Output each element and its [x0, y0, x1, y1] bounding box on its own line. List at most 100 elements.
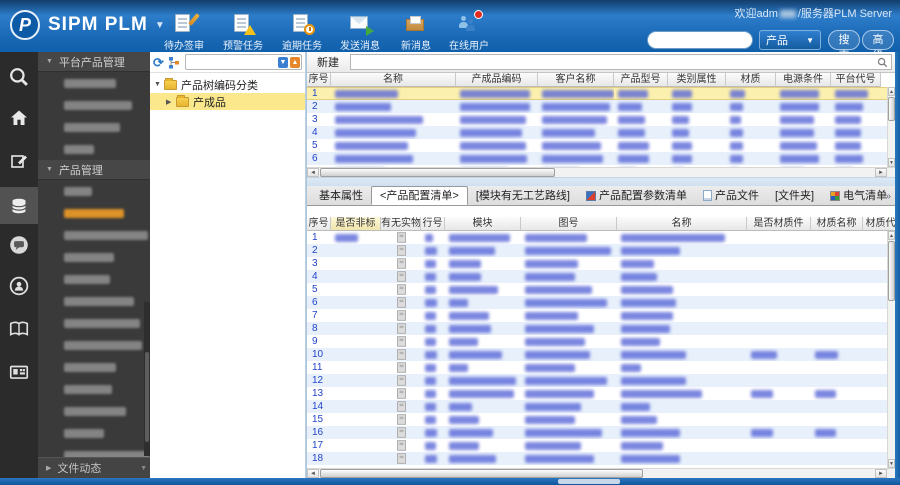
tab-5[interactable]: 产品文件 [695, 186, 767, 205]
table-row[interactable]: 3 [307, 257, 895, 270]
table-row[interactable]: 3 [307, 113, 895, 126]
table-row[interactable]: 14 [307, 400, 895, 413]
table-row[interactable]: 7 [307, 309, 895, 322]
toolbar-new-message[interactable]: 新消息 [390, 13, 442, 52]
sidebar-item[interactable] [38, 378, 150, 400]
search-category-select[interactable]: 产品 ▼ [759, 30, 821, 50]
column-header[interactable]: 模块 [445, 217, 521, 231]
tree-node-finished-product[interactable]: ▶ 产成品 [150, 93, 305, 110]
column-header[interactable]: 名称 [331, 73, 456, 87]
column-header[interactable]: 材质名称 [811, 217, 863, 231]
tab-7[interactable]: 电气清单 [822, 186, 895, 205]
sidebar-item[interactable] [38, 202, 150, 224]
sidebar-item[interactable] [38, 290, 150, 312]
tab-6[interactable]: [文件夹] [767, 186, 822, 205]
column-header[interactable]: 电源条件 [776, 73, 831, 87]
lower-table-hscrollbar[interactable]: ◄ ► [307, 468, 895, 478]
toolbar-warning-tasks[interactable]: 预警任务 [217, 13, 269, 52]
sidebar-item[interactable] [38, 356, 150, 378]
sipm-search-icon[interactable] [0, 58, 38, 95]
table-row[interactable]: 1 [307, 87, 895, 100]
column-header[interactable]: 行号 [421, 217, 445, 231]
new-button[interactable]: 新建 [310, 52, 346, 72]
image-placeholder-icon[interactable] [396, 245, 406, 256]
image-placeholder-icon[interactable] [396, 453, 406, 464]
column-header[interactable]: 材质代号 [863, 217, 895, 231]
scroll-down-icon[interactable]: ▼ [888, 158, 895, 167]
column-header[interactable]: 材质 [726, 73, 776, 87]
tab-2[interactable]: <产品配置清单> [371, 186, 468, 205]
table-row[interactable]: 6 [307, 152, 895, 165]
search-icon[interactable] [877, 57, 888, 68]
column-header[interactable]: 名称 [617, 217, 747, 231]
toolbar-todo-approvals[interactable]: 待办签审 [158, 13, 210, 52]
scroll-up-icon[interactable]: ▲ [888, 231, 895, 240]
toolbar-overdue-tasks[interactable]: 逾期任务 [276, 13, 328, 52]
support-headset-icon[interactable] [0, 267, 38, 304]
column-header[interactable]: 序号 [307, 217, 331, 231]
toolbar-send-message[interactable]: 发送消息 [334, 13, 386, 52]
tree-expand-icon[interactable]: ▼ [154, 81, 164, 88]
column-header[interactable]: 有无实物 [381, 217, 421, 231]
sidebar-item[interactable] [38, 246, 150, 268]
sidebar-group-file-activity[interactable]: ▶ 文件动态 ▼ [38, 457, 150, 478]
table-row[interactable]: 17 [307, 439, 895, 452]
scroll-right-icon[interactable]: ► [875, 168, 887, 177]
table-row[interactable]: 13 [307, 387, 895, 400]
book-icon[interactable] [0, 310, 38, 347]
app-logo[interactable]: P SIPM PLM ▼ [10, 10, 165, 40]
table-row[interactable]: 2 [307, 244, 895, 257]
table-row[interactable]: 5 [307, 283, 895, 296]
scroll-right-icon[interactable]: ► [875, 469, 887, 478]
image-placeholder-icon[interactable] [396, 271, 406, 282]
image-placeholder-icon[interactable] [396, 427, 406, 438]
search-button[interactable]: 搜索 [828, 30, 860, 62]
column-header[interactable]: 客户名称 [538, 73, 614, 87]
tab-3[interactable]: [模块有无工艺路线] [468, 186, 578, 205]
table-row[interactable]: 2 [307, 100, 895, 113]
search-up-button[interactable]: ▲ [290, 57, 300, 68]
column-header[interactable]: 是否非标 [331, 217, 381, 231]
table-row[interactable]: 10 [307, 348, 895, 361]
column-header[interactable]: 类别属性 [668, 73, 726, 87]
sidebar-item[interactable] [38, 94, 150, 116]
scroll-left-icon[interactable]: ◄ [307, 168, 319, 177]
sidebar-item[interactable] [38, 72, 150, 94]
column-header[interactable]: 平台代号 [831, 73, 881, 87]
table-row[interactable]: 9 [307, 335, 895, 348]
table-row[interactable]: 16 [307, 426, 895, 439]
image-placeholder-icon[interactable] [396, 440, 406, 451]
home-icon[interactable] [0, 99, 38, 136]
column-header[interactable]: 序号 [307, 73, 331, 87]
sidebar-item[interactable] [38, 224, 150, 246]
edit-icon[interactable] [0, 142, 38, 179]
image-placeholder-icon[interactable] [396, 284, 406, 295]
image-placeholder-icon[interactable] [396, 414, 406, 425]
toolbar-online-users[interactable]: 在线用户 [443, 10, 495, 52]
table-row[interactable]: 1 [307, 231, 895, 244]
table-row[interactable]: 6 [307, 296, 895, 309]
table-row[interactable]: 8 [307, 322, 895, 335]
tab-4[interactable]: 产品配置参数清单 [578, 186, 695, 205]
sidebar-group-header[interactable]: ▼ 平台产品管理 [38, 52, 150, 72]
id-card-icon[interactable] [0, 353, 38, 390]
tab-1[interactable]: 基本属性 [311, 186, 371, 205]
tree-collapse-icon[interactable]: ▶ [166, 98, 176, 106]
filter-input[interactable] [351, 56, 891, 68]
panel-splitter[interactable] [307, 177, 895, 186]
global-search-input[interactable] [647, 31, 753, 49]
column-header[interactable]: 图号 [521, 217, 617, 231]
image-placeholder-icon[interactable] [396, 258, 406, 269]
image-placeholder-icon[interactable] [396, 375, 406, 386]
column-header[interactable]: 产品型号 [614, 73, 668, 87]
image-placeholder-icon[interactable] [396, 232, 406, 243]
image-placeholder-icon[interactable] [396, 401, 406, 412]
image-placeholder-icon[interactable] [396, 310, 406, 321]
refresh-icon[interactable]: ⟳ [153, 56, 164, 69]
sidebar-item[interactable] [38, 268, 150, 290]
bottom-scroll-handle[interactable] [558, 479, 620, 484]
column-header[interactable]: 是否材质件 [747, 217, 811, 231]
sidebar-item[interactable] [38, 422, 150, 444]
sidebar-item[interactable] [38, 400, 150, 422]
table-row[interactable]: 12 [307, 374, 895, 387]
